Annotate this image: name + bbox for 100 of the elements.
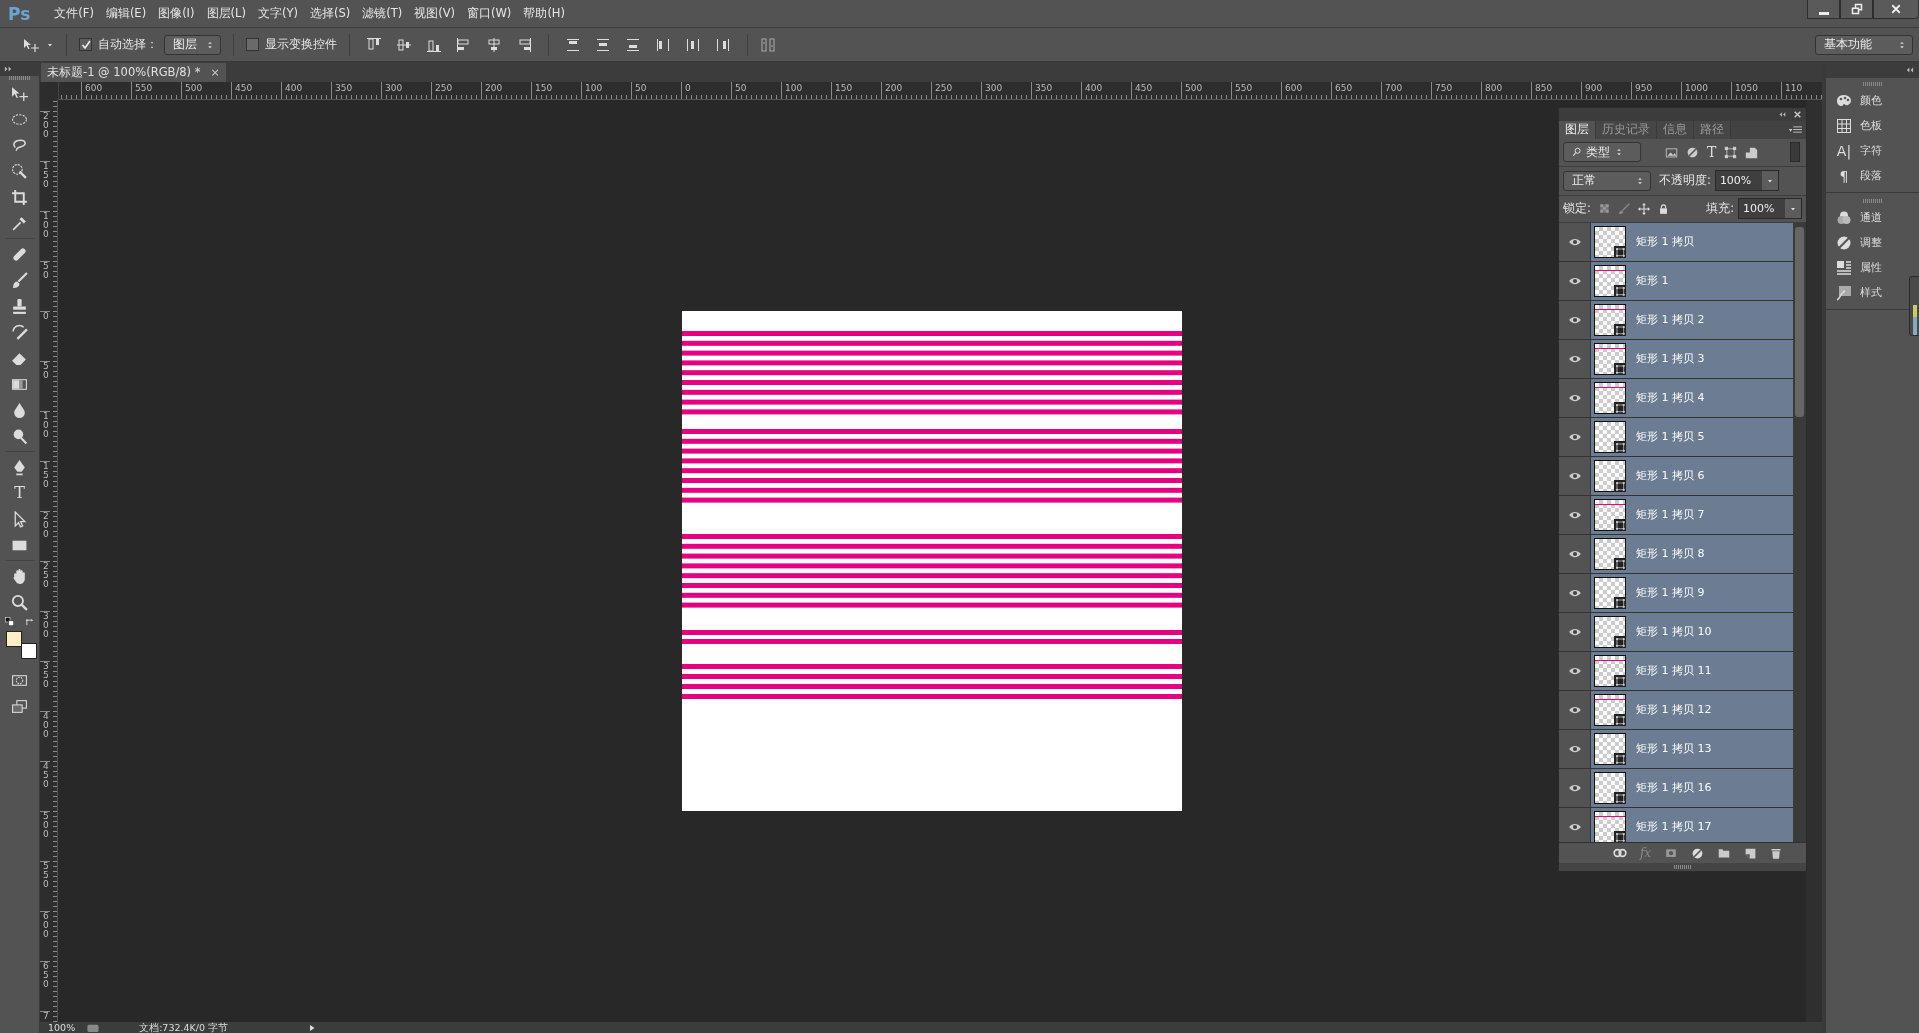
document-tab[interactable]: 未标题-1 @ 100%(RGB/8) * × (41, 63, 226, 82)
stamp-icon[interactable] (11, 297, 28, 315)
collapse-icon[interactable] (1778, 110, 1787, 119)
layer-row[interactable]: 矩形 1 拷贝 16 (1591, 768, 1793, 807)
adjustment-icon[interactable] (1836, 234, 1852, 251)
crop-icon[interactable] (11, 188, 28, 206)
trash-icon[interactable] (1770, 846, 1783, 860)
distribute-icon[interactable] (655, 36, 671, 53)
history-brush-icon[interactable] (11, 323, 28, 341)
distribute-icon[interactable] (625, 36, 641, 53)
menu-item[interactable]: 帮助(H) (523, 6, 565, 21)
auto-align-icon[interactable] (760, 36, 776, 53)
smart-object-filter-icon[interactable] (1745, 145, 1759, 159)
dodge-icon[interactable] (11, 427, 28, 445)
menu-item[interactable]: 文件(F) (54, 6, 94, 21)
panel-glyph[interactable]: ¶ (1836, 167, 1852, 184)
distribute-icon[interactable] (595, 36, 611, 53)
collapsed-panel[interactable] (1909, 276, 1919, 336)
distribute-icon[interactable] (565, 36, 581, 53)
pen-icon[interactable] (11, 458, 28, 476)
layer-row[interactable]: 矩形 1 拷贝 12 (1591, 690, 1793, 729)
blend-mode-dropdown[interactable]: 正常 (1563, 170, 1651, 191)
type-filter[interactable]: T (1707, 144, 1717, 161)
zoom-icon[interactable] (11, 593, 28, 611)
foreground-swatch[interactable] (5, 631, 22, 647)
workspace-dropdown[interactable]: 基本功能 (1815, 34, 1913, 55)
move-tool-icon[interactable] (22, 36, 40, 53)
distribute-icon[interactable] (715, 36, 731, 53)
layer-row[interactable]: 矩形 1 拷贝 5 (1591, 417, 1793, 456)
grip-handle[interactable] (1862, 82, 1883, 86)
opacity-field[interactable]: 100% (1714, 170, 1779, 192)
background-swatch[interactable] (20, 643, 37, 659)
panel-button-label[interactable]: 颜色 (1860, 93, 1882, 108)
swap-icon[interactable] (24, 617, 35, 627)
align-icon[interactable] (456, 36, 472, 53)
default-colors-icon[interactable] (4, 617, 15, 627)
close-button[interactable] (1873, 0, 1919, 19)
lock-icon[interactable] (1657, 202, 1669, 215)
grip-handle[interactable] (1673, 865, 1692, 869)
grid-icon[interactable] (1836, 117, 1852, 134)
menu-item[interactable]: 文字(Y) (257, 6, 298, 21)
menu-item[interactable]: 编辑(E) (105, 6, 147, 21)
mask-icon[interactable] (1664, 847, 1679, 859)
status-icon[interactable] (85, 1023, 102, 1032)
link-icon[interactable] (1612, 848, 1627, 859)
checkbox[interactable] (246, 38, 259, 51)
align-icon[interactable] (486, 36, 502, 53)
close-button[interactable]: × (210, 66, 220, 79)
grip-handle[interactable] (8, 76, 31, 80)
channels-icon[interactable] (1836, 209, 1852, 226)
new-layer-icon[interactable] (1744, 846, 1758, 860)
lock-position-icon[interactable] (1637, 202, 1650, 215)
expand-arrow-icon[interactable] (308, 1023, 317, 1032)
folder-icon[interactable] (1717, 847, 1732, 860)
menu-item[interactable]: 窗口(W) (467, 6, 512, 21)
fill-field[interactable]: 100% (1738, 198, 1802, 220)
minimize-button[interactable] (1807, 0, 1840, 19)
target-dropdown[interactable]: 图层 (164, 34, 221, 55)
filter-toggle[interactable] (1790, 142, 1800, 163)
properties-icon[interactable] (1836, 259, 1852, 276)
grip-handle[interactable] (1862, 199, 1883, 203)
blur-icon[interactable] (11, 401, 28, 419)
layer-row[interactable]: 矩形 1 拷贝 2 (1591, 300, 1793, 339)
layer-row[interactable]: 矩形 1 拷贝 3 (1591, 339, 1793, 378)
layer-row[interactable]: 矩形 1 拷贝 4 (1591, 378, 1793, 417)
panel-glyph[interactable]: A| (1836, 142, 1852, 159)
menu-item[interactable]: 图层(L) (206, 6, 246, 21)
menu-item[interactable]: 滤镜(T) (362, 6, 403, 21)
eyedropper-icon[interactable] (11, 214, 28, 232)
scrollbar-track[interactable] (1806, 100, 1822, 1022)
panel-button-label[interactable]: 调整 (1860, 235, 1882, 250)
lasso-icon[interactable] (11, 136, 28, 154)
panel-button-label[interactable]: 段落 (1860, 168, 1882, 183)
layer-row[interactable]: 矩形 1 拷贝 11 (1591, 651, 1793, 690)
layer-row[interactable]: 矩形 1 (1591, 261, 1793, 300)
expand-icon[interactable] (3, 64, 13, 74)
layer-row[interactable]: 矩形 1 拷贝 (1591, 222, 1793, 261)
image-filter-icon[interactable] (1665, 145, 1678, 159)
align-icon[interactable] (396, 36, 412, 53)
shape-filter-icon[interactable] (1724, 145, 1738, 159)
menu-item[interactable]: 图像(I) (158, 6, 195, 21)
layer-row[interactable]: 矩形 1 拷贝 13 (1591, 729, 1793, 768)
align-icon[interactable] (516, 36, 532, 53)
layer-row[interactable]: 矩形 1 拷贝 7 (1591, 495, 1793, 534)
layer-row[interactable]: 矩形 1 拷贝 17 (1591, 807, 1793, 843)
align-icon[interactable] (366, 36, 382, 53)
collapse-icon[interactable] (1905, 65, 1915, 75)
zoom-level[interactable]: 100% (48, 1022, 76, 1033)
style-icon[interactable] (1836, 284, 1852, 301)
close-icon[interactable] (1793, 110, 1802, 119)
menu-item[interactable]: 选择(S) (309, 6, 351, 21)
panel-button-label[interactable]: 字符 (1860, 143, 1882, 158)
brush-icon[interactable] (11, 271, 28, 289)
type-tool[interactable]: T (14, 480, 25, 506)
menu-item[interactable]: 视图(V) (414, 6, 455, 21)
panel-button-label[interactable]: 色板 (1860, 118, 1882, 133)
lock-pixels-icon[interactable] (1598, 203, 1610, 215)
panel-menu-icon[interactable] (1788, 125, 1802, 135)
filter-dropdown[interactable]: 类型 (1563, 142, 1641, 163)
layer-row[interactable]: 矩形 1 拷贝 9 (1591, 573, 1793, 612)
